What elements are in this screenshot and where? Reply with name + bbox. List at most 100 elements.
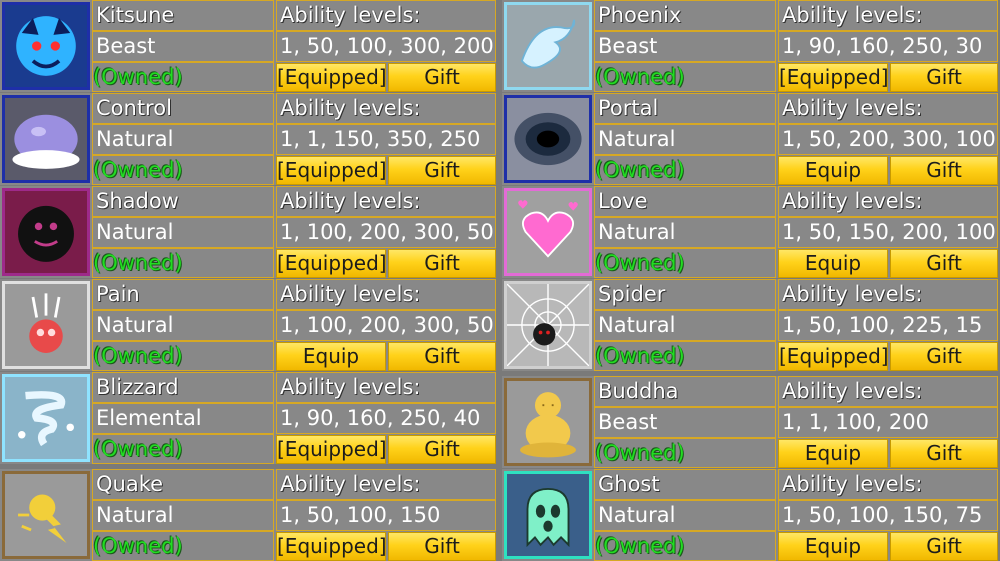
fruit-name: Quake [92,469,274,500]
ability-levels-label: Ability levels: [778,93,998,124]
gift-button[interactable]: Gift [388,63,496,92]
equip-button[interactable]: [Equipped] [276,156,387,185]
fruit-card-buddha: Buddha Beast (Owned) Ability levels: 1, … [502,376,998,468]
ability-levels-label: Ability levels: [276,0,496,31]
fruit-card-shadow: Shadow Natural (Owned) Ability levels: 1… [0,186,496,278]
owned-status: (Owned) [594,62,776,92]
buddha-icon [504,378,592,466]
fruit-card-portal: Portal Natural (Owned) Ability levels: 1… [502,93,998,185]
fruit-type: Beast [594,31,776,62]
fruit-type: Natural [594,124,776,155]
spider-icon [504,281,592,369]
gift-button[interactable]: Gift [890,63,998,92]
ability-levels-values: 1, 90, 160, 250, 40 [276,403,496,434]
ability-levels-values: 1, 50, 100, 225, 15 [778,310,998,341]
ghost-icon [504,471,592,559]
quake-icon [2,471,90,559]
owned-status: (Owned) [594,248,776,278]
ability-levels-values: 1, 90, 160, 250, 30 [778,31,998,62]
equip-button[interactable]: Equip [276,342,386,371]
equip-button[interactable]: [Equipped] [276,435,387,464]
fruit-name: Pain [92,279,274,310]
ability-levels-label: Ability levels: [778,469,998,500]
equip-button[interactable]: [Equipped] [276,63,387,92]
ability-levels-values: 1, 50, 200, 300, 100 [778,124,998,155]
equip-button[interactable]: Equip [778,439,888,468]
kitsune-icon [2,2,90,90]
gift-button[interactable]: Gift [890,342,998,371]
ability-levels-label: Ability levels: [276,93,496,124]
equip-button[interactable]: Equip [778,532,888,561]
fruit-card-phoenix: Phoenix Beast (Owned) Ability levels: 1,… [502,0,998,92]
ability-levels-label: Ability levels: [276,186,496,217]
fruit-card-ghost: Ghost Natural (Owned) Ability levels: 1,… [502,469,998,561]
owned-status: (Owned) [594,531,776,561]
control-icon [2,95,90,183]
ability-levels-label: Ability levels: [778,376,998,407]
equip-button[interactable]: [Equipped] [778,63,889,92]
fruit-card-spider: Spider Natural (Owned) Ability levels: 1… [502,279,998,371]
phoenix-icon [504,2,592,90]
gift-button[interactable]: Gift [890,249,998,278]
ability-levels-values: 1, 50, 100, 150, 75 [778,500,998,531]
fruit-name: Shadow [92,186,274,217]
fruit-type: Natural [92,500,274,531]
owned-status: (Owned) [92,531,274,561]
fruit-type: Natural [594,217,776,248]
fruit-name: Buddha [594,376,776,407]
fruit-type: Natural [594,500,776,531]
gift-button[interactable]: Gift [388,532,496,561]
ability-levels-label: Ability levels: [778,186,998,217]
fruit-type: Beast [92,31,274,62]
equip-button[interactable]: Equip [778,249,888,278]
fruit-card-kitsune: Kitsune Beast (Owned) Ability levels: 1,… [0,0,496,92]
ability-levels-values: 1, 1, 150, 350, 250 [276,124,496,155]
pain-icon [2,281,90,369]
blizzard-icon [2,374,90,462]
ability-levels-label: Ability levels: [276,469,496,500]
gift-button[interactable]: Gift [388,156,496,185]
owned-status: (Owned) [594,341,776,371]
owned-status: (Owned) [92,341,274,371]
fruit-type: Natural [92,217,274,248]
fruit-type: Natural [594,310,776,341]
fruit-card-blizzard: Blizzard Elemental (Owned) Ability level… [0,372,496,464]
owned-status: (Owned) [92,434,274,464]
fruit-card-love: Love Natural (Owned) Ability levels: 1, … [502,186,998,278]
love-icon [504,188,592,276]
fruit-card-pain: Pain Natural (Owned) Ability levels: 1, … [0,279,496,371]
owned-status: (Owned) [594,155,776,185]
gift-button[interactable]: Gift [890,439,998,468]
ability-levels-values: 1, 50, 100, 300, 200 [276,31,496,62]
ability-levels-label: Ability levels: [276,279,496,310]
ability-levels-values: 1, 1, 100, 200 [778,407,998,438]
ability-levels-values: 1, 100, 200, 300, 50 [276,217,496,248]
gift-button[interactable]: Gift [890,156,998,185]
equip-button[interactable]: [Equipped] [276,532,387,561]
fruit-name: Love [594,186,776,217]
fruit-type: Natural [92,124,274,155]
gift-button[interactable]: Gift [388,435,496,464]
owned-status: (Owned) [92,155,274,185]
owned-status: (Owned) [92,248,274,278]
owned-status: (Owned) [594,438,776,468]
ability-levels-label: Ability levels: [276,372,496,403]
fruit-name: Ghost [594,469,776,500]
ability-levels-values: 1, 50, 150, 200, 100 [778,217,998,248]
equip-button[interactable]: [Equipped] [276,249,387,278]
fruit-name: Phoenix [594,0,776,31]
fruit-card-quake: Quake Natural (Owned) Ability levels: 1,… [0,469,496,561]
ability-levels-values: 1, 100, 200, 300, 50 [276,310,496,341]
fruit-type: Elemental [92,403,274,434]
gift-button[interactable]: Gift [890,532,998,561]
gift-button[interactable]: Gift [388,249,496,278]
gift-button[interactable]: Gift [388,342,496,371]
fruit-type: Natural [92,310,274,341]
fruit-name: Portal [594,93,776,124]
ability-levels-values: 1, 50, 100, 150 [276,500,496,531]
fruit-name: Blizzard [92,372,274,403]
fruit-type: Beast [594,407,776,438]
equip-button[interactable]: Equip [778,156,888,185]
ability-levels-label: Ability levels: [778,0,998,31]
equip-button[interactable]: [Equipped] [778,342,889,371]
